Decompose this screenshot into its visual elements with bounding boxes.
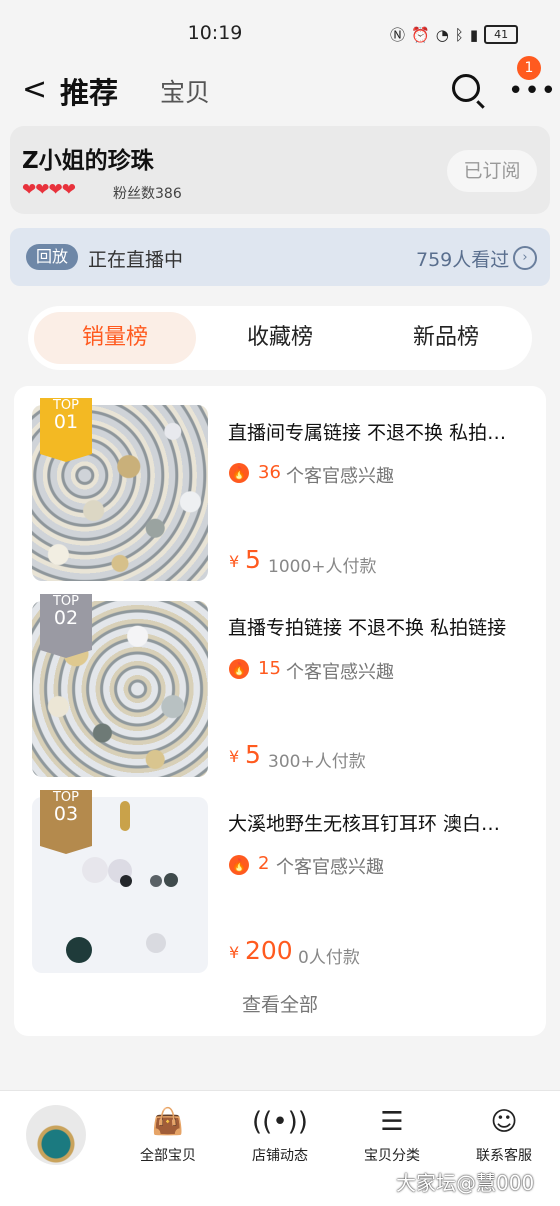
rank-badge: TOP 01 [40,398,92,462]
interest-label: 个客官感兴趣 [276,857,384,878]
fire-icon: 🔥 [229,659,249,679]
broadcast-icon: ((•)) [252,1107,308,1137]
fire-icon: 🔥 [229,463,249,483]
bluetooth-icon: ᛒ [454,25,464,44]
tab-sales[interactable]: 销量榜 [34,312,196,364]
product-title[interactable]: 直播专拍链接 不退不换 私拍链接 [228,613,518,640]
search-icon[interactable] [452,74,480,102]
wifi-icon: ◔ [435,25,449,44]
notification-badge: 1 [517,56,541,80]
nav-shop-feed[interactable]: ((•)) 店铺动态 [230,1105,330,1165]
nfc-icon: Ⓝ [390,26,406,44]
live-status: 正在直播中 [88,249,184,271]
fans-count: 粉丝数386 [113,186,182,202]
nav-label: 店铺动态 [252,1148,308,1164]
currency-symbol: ¥ [229,943,240,962]
product-title[interactable]: 直播间专属链接 不退不换 私拍链接 [228,418,518,445]
nav-all-items[interactable]: 👜 全部宝贝 [118,1105,218,1165]
product-price: 5 [245,740,261,769]
ranking-tabs: 销量榜 收藏榜 新品榜 [28,306,532,370]
paid-count: 1000+人付款 [268,557,377,577]
currency-symbol: ¥ [229,747,240,766]
viewer-count: 759人看过 [416,249,510,271]
replay-badge[interactable]: 回放 [26,244,78,270]
subscribe-button[interactable]: 已订阅 [447,150,537,192]
chat-face-icon: ☺ [490,1107,518,1137]
status-time: 10:19 [187,22,243,44]
tab-items[interactable]: 宝贝 [160,73,210,109]
product-price: 200 [245,936,293,965]
tab-recommend[interactable]: 推荐 [60,70,118,112]
paid-count: 300+人付款 [268,752,366,772]
interest-label: 个客官感兴趣 [286,466,394,487]
status-bar: 10:19 Ⓝ ⏰ ◔ ᛒ ▮ 41 [0,0,560,62]
product-price: 5 [245,545,261,574]
interest-count: 2 [258,853,270,874]
nav-label: 全部宝贝 [140,1148,196,1164]
tab-new[interactable]: 新品榜 [364,306,528,370]
watermark: 大家坛@慧000 [396,1171,535,1195]
interest-label: 个客官感兴趣 [286,662,394,683]
heart-rating-icon: ❤❤❤❤ [22,180,76,200]
product-title[interactable]: 大溪地野生无核耳钉耳环 澳白耳饰 [228,809,518,836]
list-icon: ☰ [380,1107,404,1137]
paid-count: 0人付款 [298,948,360,968]
battery-icon: 41 [484,25,519,44]
bag-icon: 👜 [151,1107,185,1137]
back-icon[interactable]: < [22,72,47,107]
nav-label: 联系客服 [476,1148,532,1164]
signal-icon: ▮ [469,25,479,44]
rank-badge: TOP 02 [40,594,92,658]
chevron-right-icon[interactable]: › [513,246,537,270]
fire-icon: 🔥 [229,855,249,875]
nav-label: 宝贝分类 [364,1148,420,1164]
interest-count: 15 [258,658,281,679]
nav-categories[interactable]: ☰ 宝贝分类 [342,1105,442,1165]
nav-customer-service[interactable]: ☺ 联系客服 [454,1105,554,1165]
shop-name: Z小姐的珍珠 [22,148,154,174]
tab-favorites[interactable]: 收藏榜 [198,306,362,370]
status-icons: Ⓝ ⏰ ◔ ᛒ ▮ 41 [390,24,519,45]
currency-symbol: ¥ [229,552,240,571]
more-icon[interactable]: ••• [508,76,557,106]
interest-count: 36 [258,462,281,483]
rank-badge: TOP 03 [40,790,92,854]
view-all-link[interactable]: 查看全部 [14,990,546,1017]
alarm-icon: ⏰ [411,25,430,44]
shop-avatar[interactable] [26,1105,86,1165]
